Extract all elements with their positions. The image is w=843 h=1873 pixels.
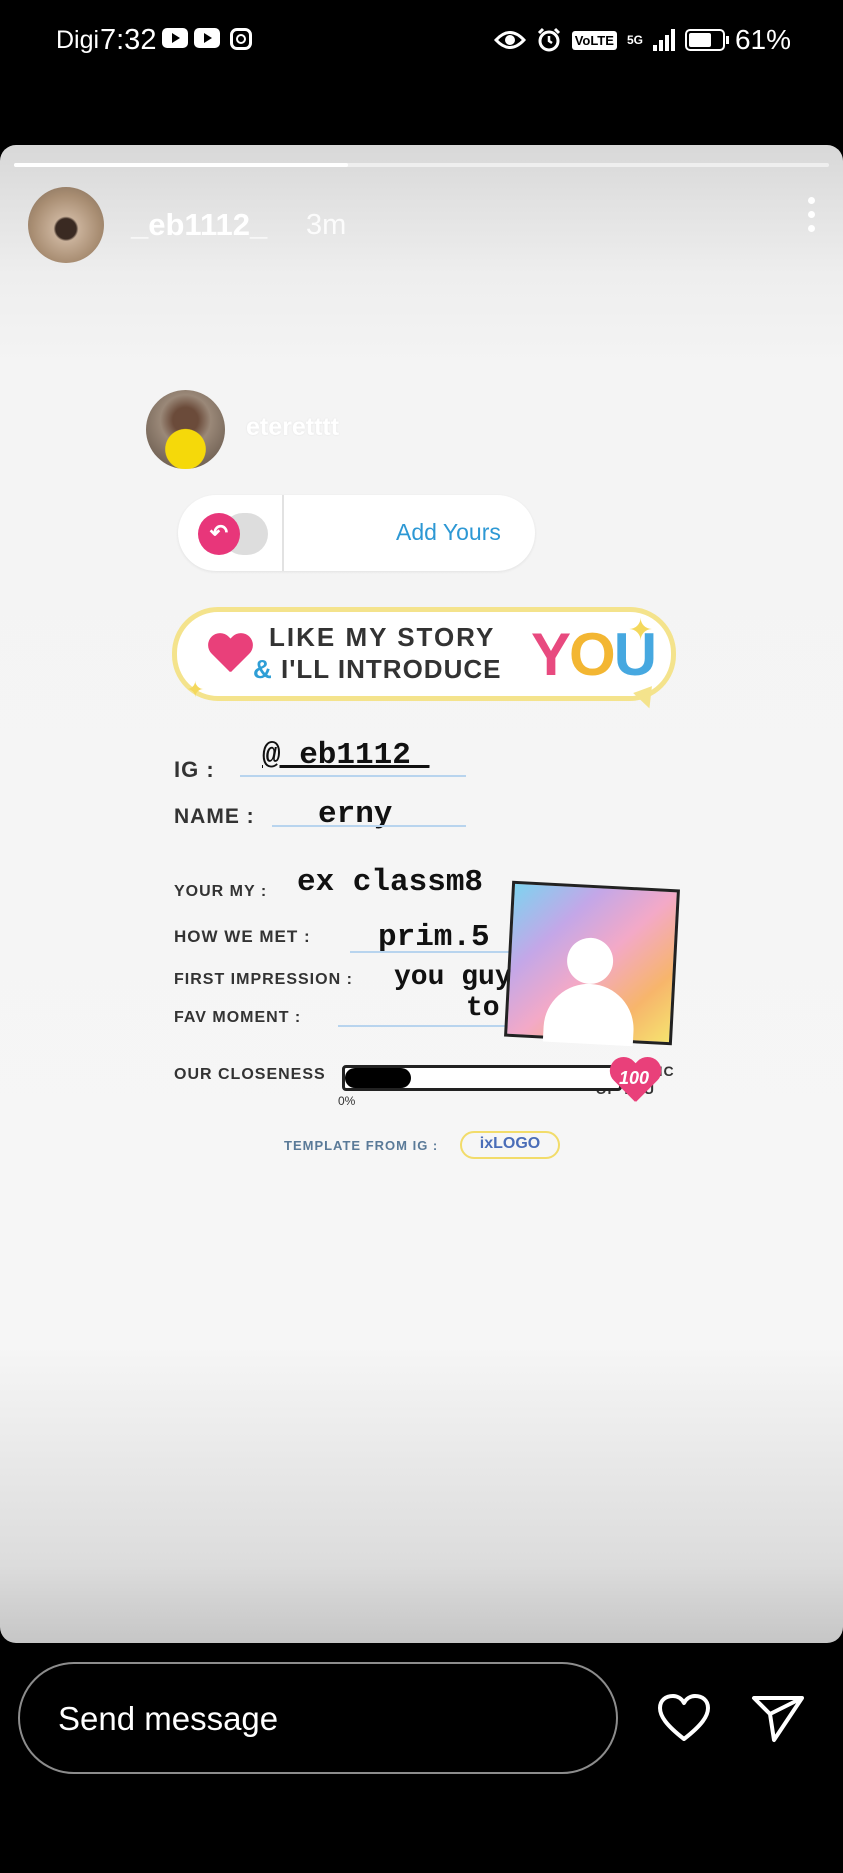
avatar[interactable] <box>28 187 104 263</box>
add-yours-toggle: ↶ <box>198 513 270 555</box>
battery-icon <box>684 29 729 51</box>
add-yours-label: Add Yours <box>396 519 501 545</box>
name-label: NAME : <box>174 805 255 828</box>
first-impression-label: FIRST IMPRESSION : <box>174 971 353 988</box>
fav-moment-label: FAV MOMENT : <box>174 1009 302 1026</box>
status-bar: Digi 7:32 VoLTE 5G 61% <box>0 0 843 82</box>
intro-banner: LIKE MY STORY & I'LL INTRODUCE YOU <box>172 607 676 701</box>
fav-pic-frame <box>504 880 680 1047</box>
instagram-icon <box>230 28 252 50</box>
closeness-max: 100 <box>618 1068 650 1088</box>
alarm-icon <box>537 27 560 52</box>
closeness-meter <box>342 1065 622 1091</box>
youtube-icon <box>194 28 220 48</box>
story-timestamp: 3m <box>306 209 347 241</box>
more-vertical-icon[interactable] <box>808 197 816 232</box>
story-progress-bar <box>14 163 829 167</box>
story-username[interactable]: _eb1112_ <box>131 207 267 243</box>
your-my-value: ex classm8 <box>297 865 484 900</box>
how-met-label: HOW WE MET : <box>174 927 311 946</box>
template-credit: TEMPLATE FROM IG : <box>284 1138 439 1153</box>
ig-value: @_eb1112_ <box>262 738 430 773</box>
sparkle-icon: ✦ <box>186 677 205 702</box>
credit-logo[interactable]: ixLOGO <box>460 1131 560 1159</box>
battery-percent: 61% <box>734 24 791 55</box>
mention-username[interactable]: eteretttt <box>246 413 339 442</box>
closeness-min: 0% <box>338 1094 356 1108</box>
add-yours-sticker[interactable]: ↶ Add Yours <box>178 495 535 571</box>
send-message-placeholder: Send message <box>58 1700 279 1737</box>
story-header: _eb1112_ 3m <box>28 187 815 263</box>
network-gen-label: 5G <box>626 33 643 47</box>
heart-icon <box>207 634 253 674</box>
reply-arrow-icon: ↶ <box>198 513 240 555</box>
closeness-label: OUR CLOSENESS <box>174 1066 326 1083</box>
closeness-meter-fill <box>345 1068 411 1088</box>
system-indicators: VoLTE 5G 61% <box>493 24 791 56</box>
heart-outline-icon[interactable] <box>656 1692 712 1744</box>
carrier-label: Digi <box>56 26 100 54</box>
send-message-input[interactable]: Send message <box>18 1662 618 1774</box>
volte-badge: VoLTE <box>571 30 617 50</box>
notification-icons <box>162 28 252 50</box>
ig-label: IG : <box>174 757 215 782</box>
paper-plane-icon[interactable] <box>750 1692 806 1744</box>
sparkle-icon: ✦ <box>628 614 654 647</box>
story-progress-fill <box>14 163 349 167</box>
banner-ampersand: & <box>253 654 272 684</box>
divider <box>282 495 284 571</box>
how-met-value: prim.5 <box>378 920 490 955</box>
youtube-icon <box>162 28 188 48</box>
eye-icon <box>493 31 526 49</box>
banner-line2: I'LL INTRODUCE <box>281 654 502 684</box>
your-my-label: YOUR MY : <box>174 883 268 900</box>
banner-line1: LIKE MY STORY <box>269 622 496 652</box>
mention-avatar[interactable] <box>146 390 225 469</box>
signal-icon <box>652 29 675 51</box>
story-view[interactable]: _eb1112_ 3m eteretttt ↶ Add Yours LIKE M… <box>0 145 843 1643</box>
clock: 7:32 <box>100 24 157 56</box>
